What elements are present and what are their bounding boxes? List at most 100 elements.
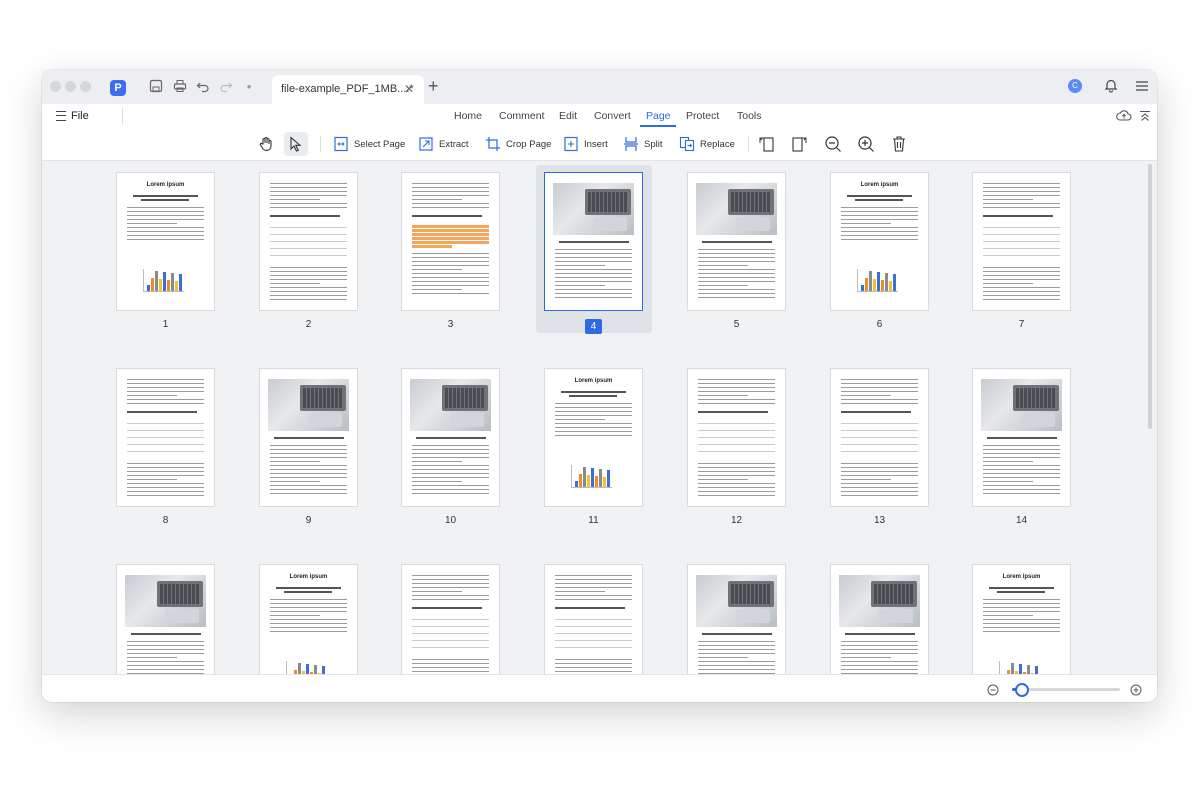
cloud-upload-icon[interactable] [1116,109,1132,128]
page-number: 13 [873,515,886,526]
text-line [412,453,489,455]
delete-page-button[interactable] [891,133,912,155]
tab-page[interactable]: Page [646,110,671,122]
text-line [412,599,489,601]
avatar[interactable]: C [1068,79,1082,93]
page-thumbnail[interactable]: 7 [973,173,1089,343]
page-thumbnail[interactable]: 5 [688,173,804,343]
text-line [698,475,775,477]
tab-convert[interactable]: Convert [594,110,631,122]
collapse-ribbon-icon[interactable] [1139,109,1151,127]
divider [748,136,749,152]
text-line [841,379,918,381]
text-line [412,671,489,673]
zoom-in-button[interactable] [857,133,880,155]
page-thumbnail[interactable]: 14 [973,369,1089,539]
tab-tools[interactable]: Tools [737,110,762,122]
save-icon[interactable] [148,79,164,95]
page-thumbnail[interactable]: 3 [402,173,518,343]
minimize-window-button[interactable] [65,81,76,92]
page-thumbnail[interactable] [688,565,804,674]
select-page-button[interactable]: Select Page [333,133,405,155]
page-thumbnail[interactable] [831,565,947,674]
page-thumbnails-area[interactable]: Lorem ipsum 1 2 3 4 5 Lorem ipsum 6 7 8 9 10 Lorem i… [42,161,1157,674]
trackpad [1021,413,1055,427]
print-icon[interactable] [172,79,188,95]
page-thumbnail[interactable]: Lorem ipsum 6 [831,173,947,343]
text-line [983,191,1060,193]
page-preview [831,565,928,674]
text-line [555,667,632,669]
page-thumbnail[interactable]: Lorem ipsum 11 [545,369,661,539]
insert-button[interactable]: Insert [563,133,608,155]
text-line [412,257,489,259]
page-thumbnail[interactable]: 13 [831,369,947,539]
text-line [555,257,632,259]
close-window-button[interactable] [50,81,61,92]
page-thumbnail[interactable]: Lorem ipsum [973,565,1089,674]
rotate-right-button[interactable] [790,133,813,155]
page-thumbnail[interactable]: 4 [536,165,661,343]
text-line [555,249,632,251]
text-line [412,591,462,593]
page-thumbnail[interactable]: 10 [402,369,518,539]
zoom-out-button[interactable] [824,133,847,155]
table-rule [841,423,918,424]
text-line [127,235,204,237]
new-tab-button[interactable]: + [428,77,439,95]
text-line [698,641,775,643]
tab-comment[interactable]: Comment [499,110,545,122]
text-line [555,659,632,661]
trackpad [450,413,484,427]
text-line [270,291,347,293]
tab-home[interactable]: Home [454,110,482,122]
replace-button[interactable]: Replace [679,133,735,155]
text-line [983,615,1033,617]
zoom-slider-handle[interactable] [1014,683,1029,697]
text-line [983,603,1060,605]
text-line [412,265,489,267]
text-line [555,289,632,291]
rotate-left-button[interactable] [758,133,781,155]
redo-icon[interactable] [218,79,234,95]
page-number: 3 [447,319,454,330]
hand-tool-button[interactable] [258,133,279,155]
page-thumbnail[interactable]: 12 [688,369,804,539]
scrollbar[interactable] [1148,164,1152,429]
undo-icon[interactable] [195,79,211,95]
tab-edit[interactable]: Edit [559,110,577,122]
mini-chart [857,269,898,292]
zoom-window-button[interactable] [80,81,91,92]
file-menu-button[interactable]: File [56,110,89,122]
crop-page-button[interactable]: Crop Page [485,133,551,155]
text-line [555,435,632,437]
page-preview: Lorem ipsum [117,173,214,310]
tab-protect[interactable]: Protect [686,110,719,122]
page-thumbnail[interactable]: 9 [260,369,376,539]
split-button[interactable]: Split [623,133,662,155]
document-tab[interactable]: file-example_PDF_1MB....* ✕ [272,75,424,104]
zoom-slider[interactable] [1012,683,1120,697]
subheading-line [997,591,1045,593]
zoom-out-small-icon[interactable] [987,683,999,701]
page-thumbnail[interactable]: 8 [117,369,233,539]
text-line [127,387,204,389]
extract-button[interactable]: Extract [418,133,469,155]
page-thumbnail[interactable]: Lorem ipsum [260,565,376,674]
page-number-label: 10 [402,515,499,526]
page-thumbnail[interactable]: 2 [260,173,376,343]
subheading-line [987,437,1057,439]
more-dot-icon[interactable]: • [241,79,257,95]
page-thumbnail[interactable] [117,565,233,674]
page-thumbnail[interactable]: Lorem ipsum 1 [117,173,233,343]
close-tab-icon[interactable]: ✕ [404,82,414,96]
page-thumbnail[interactable] [402,565,518,674]
page-thumbnail[interactable] [545,565,661,674]
text-line [412,195,489,197]
hamburger-menu-icon[interactable] [1135,79,1149,91]
bell-icon[interactable] [1104,78,1120,94]
status-bar [42,674,1157,702]
page-number: 5 [733,319,740,330]
zoom-in-small-icon[interactable] [1130,683,1142,701]
select-tool-button[interactable] [289,133,308,155]
